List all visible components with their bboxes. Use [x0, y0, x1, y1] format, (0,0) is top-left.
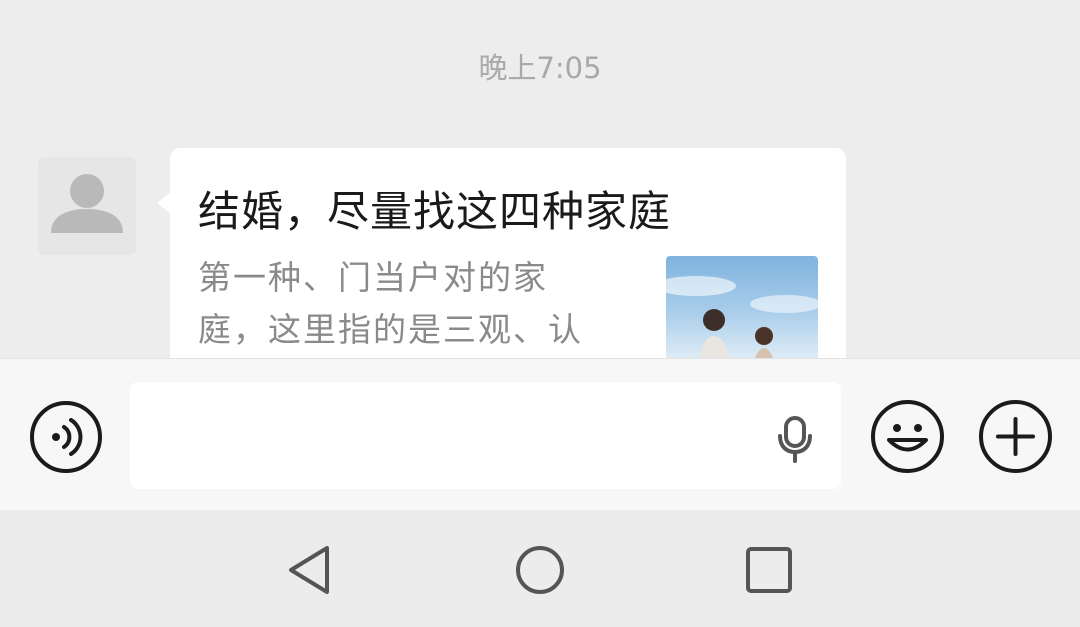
voice-toggle-button[interactable] — [30, 401, 102, 473]
plus-icon — [996, 417, 1035, 456]
chat-input-bar — [0, 358, 1080, 511]
voice-input-icon — [52, 418, 83, 456]
smiley-face-icon — [887, 424, 928, 452]
emoji-button[interactable] — [871, 400, 944, 473]
article-title: 结婚，尽量找这四种家庭 — [198, 187, 672, 236]
message-input[interactable] — [130, 382, 841, 489]
article-summary: 第一种、门当户对的家 庭，这里指的是三观、认 — [198, 252, 618, 356]
mic-icon[interactable] — [775, 414, 815, 464]
bubble-tail — [157, 192, 171, 214]
more-options-button[interactable] — [979, 400, 1052, 473]
article-card[interactable]: 结婚，尽量找这四种家庭 第一种、门当户对的家 庭，这里指的是三观、认 — [170, 148, 846, 358]
message-timestamp: 晚上7:05 — [478, 51, 602, 85]
recent-square-icon[interactable] — [745, 546, 793, 594]
home-circle-icon[interactable] — [514, 544, 566, 596]
back-triangle-icon[interactable] — [286, 544, 334, 596]
article-summary-line-2: 庭，这里指的是三观、认 — [198, 310, 583, 349]
sender-avatar[interactable] — [38, 157, 136, 255]
system-nav-bar — [0, 510, 1080, 627]
article-summary-line-1: 第一种、门当户对的家 — [198, 258, 548, 297]
couple-photo — [666, 276, 818, 358]
article-thumbnail — [666, 256, 818, 358]
chat-area: 晚上7:05 结婚，尽量找这四种家庭 第一种、门当户对的家 庭，这里指的是三观、… — [0, 0, 1080, 358]
default-person-icon — [51, 174, 123, 233]
